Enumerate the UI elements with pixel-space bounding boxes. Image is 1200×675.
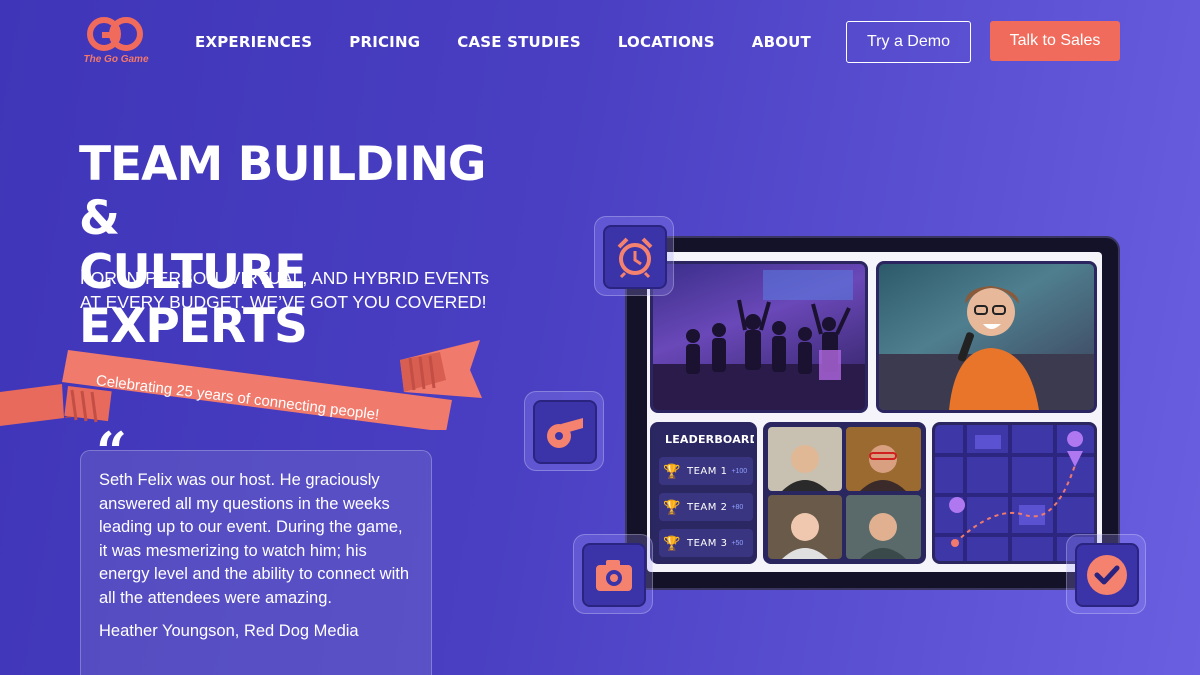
leaderboard-panel: LEADERBOARD 🏆 TEAM 1 +100 🏆 TEAM 2 +80 🏆… xyxy=(650,422,757,564)
talk-to-sales-button[interactable]: Talk to Sales xyxy=(990,21,1120,61)
hero-subtitle-line1: FOR IN-PERSON, VIRTUAL, AND HYBRID EVENT… xyxy=(80,268,490,288)
leaderboard-points: +80 xyxy=(731,503,744,511)
camera-icon xyxy=(596,560,632,591)
alarm-tile xyxy=(594,216,674,296)
nav-case-studies[interactable]: CASE STUDIES xyxy=(457,32,581,52)
main-nav: EXPERIENCES PRICING CASE STUDIES LOCATIO… xyxy=(195,32,811,52)
leaderboard-team: TEAM 3 xyxy=(687,537,728,549)
leaderboard-points: +100 xyxy=(731,467,748,475)
alarm-clock-icon xyxy=(617,237,653,279)
trophy-bronze-icon: 🏆 xyxy=(663,534,681,551)
checkmark-icon xyxy=(1087,555,1127,595)
leaderboard-points: +50 xyxy=(731,539,744,547)
nav-locations[interactable]: LOCATIONS xyxy=(618,32,715,52)
whistle-icon xyxy=(547,418,583,448)
nav-experiences[interactable]: EXPERIENCES xyxy=(195,32,312,52)
leaderboard-row: 🏆 TEAM 1 +100 xyxy=(659,457,753,485)
leaderboard-team: TEAM 1 xyxy=(687,465,728,477)
leaderboard-title: LEADERBOARD xyxy=(665,433,757,446)
trophy-gold-icon: 🏆 xyxy=(663,462,681,479)
try-demo-button[interactable]: Try a Demo xyxy=(846,21,971,63)
host-photo xyxy=(876,261,1097,413)
nav-pricing[interactable]: PRICING xyxy=(349,32,420,52)
hero-title: TEAM BUILDING & CULTURE EXPERTS xyxy=(79,138,539,354)
anniversary-ribbon xyxy=(0,340,482,430)
video-call-grid xyxy=(763,422,926,564)
hero-title-line1: TEAM BUILDING & xyxy=(79,137,487,246)
testimonial-card: Seth Felix was our host. He graciously a… xyxy=(80,450,432,675)
logo-text: The Go Game xyxy=(83,54,149,65)
party-photo xyxy=(650,261,868,413)
leaderboard-row: 🏆 TEAM 3 +50 xyxy=(659,529,753,557)
testimonial-author: Heather Youngson, Red Dog Media xyxy=(99,622,359,640)
hero-subtitle-line2: AT EVERY BUDGET. WE’VE GOT YOU COVERED! xyxy=(80,292,487,312)
hero-subtitle: FOR IN-PERSON, VIRTUAL, AND HYBRID EVENT… xyxy=(80,266,510,314)
trophy-silver-icon: 🏆 xyxy=(663,498,681,515)
go-game-logo-icon xyxy=(87,17,143,51)
logo[interactable]: The Go Game xyxy=(78,16,154,68)
leaderboard-team: TEAM 2 xyxy=(687,501,728,513)
nav-about[interactable]: ABOUT xyxy=(752,32,811,52)
leaderboard-row: 🏆 TEAM 2 +80 xyxy=(659,493,753,521)
whistle-tile xyxy=(524,391,604,471)
check-tile xyxy=(1066,534,1146,614)
testimonial-text: Seth Felix was our host. He graciously a… xyxy=(99,471,410,607)
camera-tile xyxy=(573,534,653,614)
